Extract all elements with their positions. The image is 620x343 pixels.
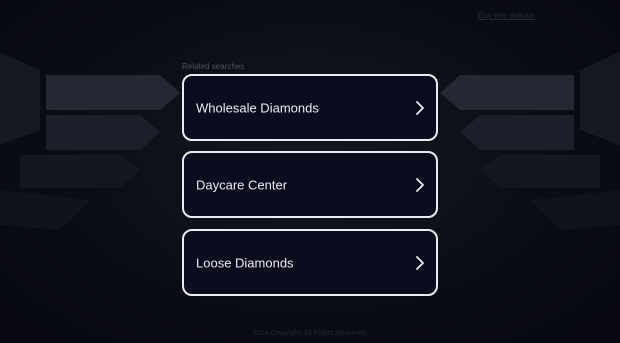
- related-search-item[interactable]: Wholesale Diamonds: [182, 74, 438, 141]
- related-search-label: Loose Diamonds: [196, 255, 294, 270]
- buy-domain-link[interactable]: Buy this domain: [478, 11, 535, 20]
- related-search-item[interactable]: Daycare Center: [182, 151, 438, 218]
- related-searches-label: Related searches: [182, 62, 245, 71]
- footer-copyright: 2024 Copyright. All Rights Reserved.: [252, 330, 368, 337]
- parked-domain-page: Buy this domain Related searches Wholesa…: [0, 0, 620, 343]
- related-search-label: Daycare Center: [196, 177, 288, 192]
- related-search-label: Wholesale Diamonds: [196, 100, 319, 115]
- chevron-right-icon: [416, 177, 424, 192]
- related-search-item[interactable]: Loose Diamonds: [182, 229, 438, 296]
- chevron-right-icon: [416, 255, 424, 270]
- chevron-right-icon: [416, 100, 424, 115]
